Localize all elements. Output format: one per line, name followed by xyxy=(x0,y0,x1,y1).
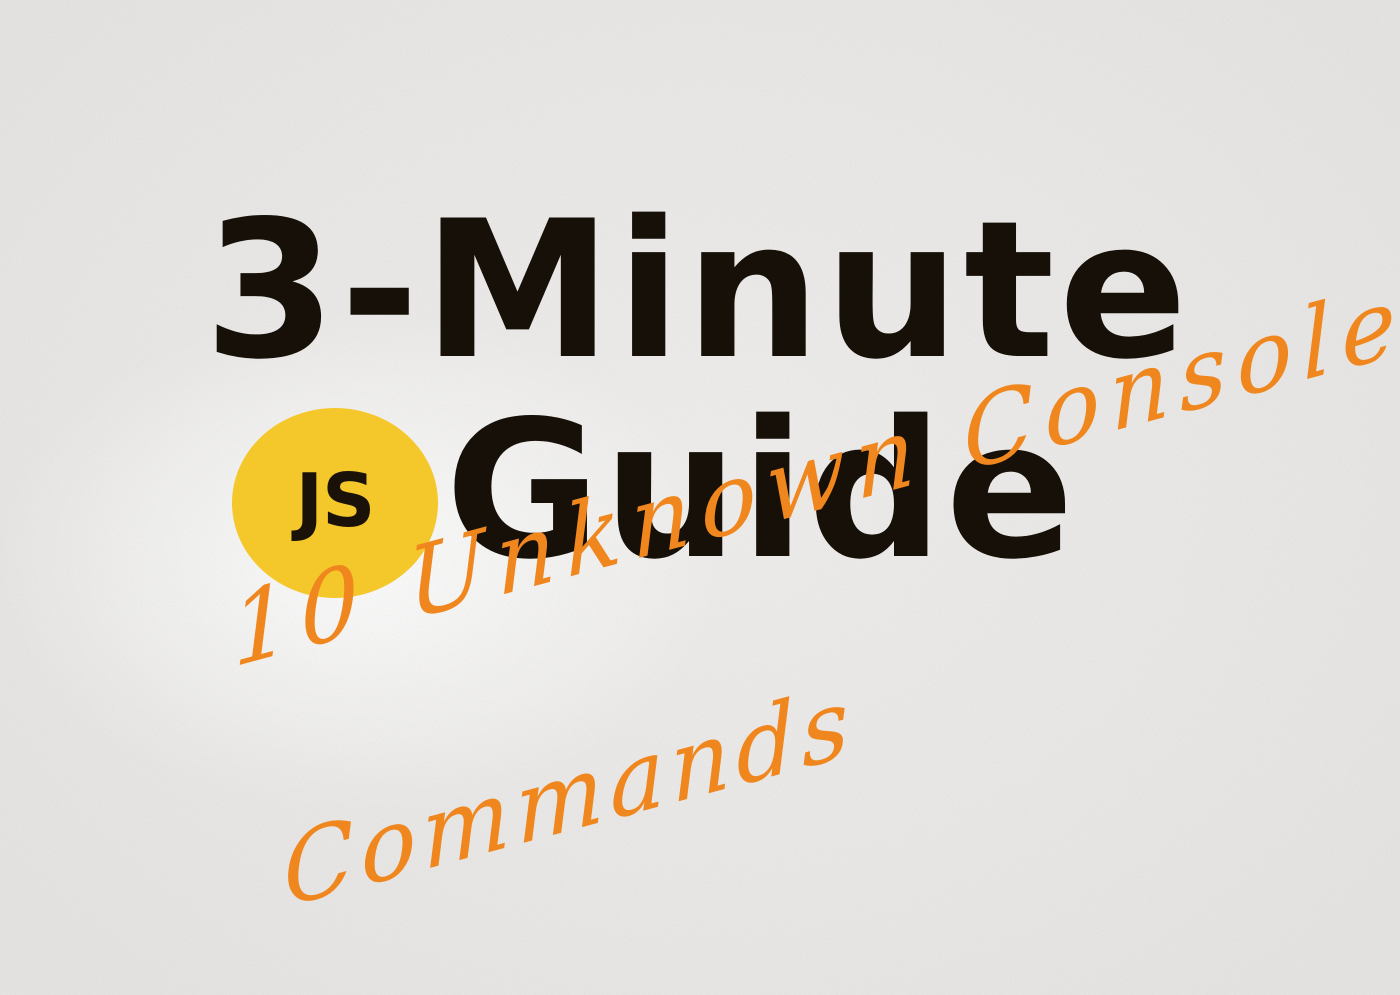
logo-text: JS xyxy=(295,458,376,544)
subtitle-line-2: Commands xyxy=(280,662,858,931)
cover-image: 3-Minute JS Guide 10 Unknown Console Com… xyxy=(0,0,1400,995)
